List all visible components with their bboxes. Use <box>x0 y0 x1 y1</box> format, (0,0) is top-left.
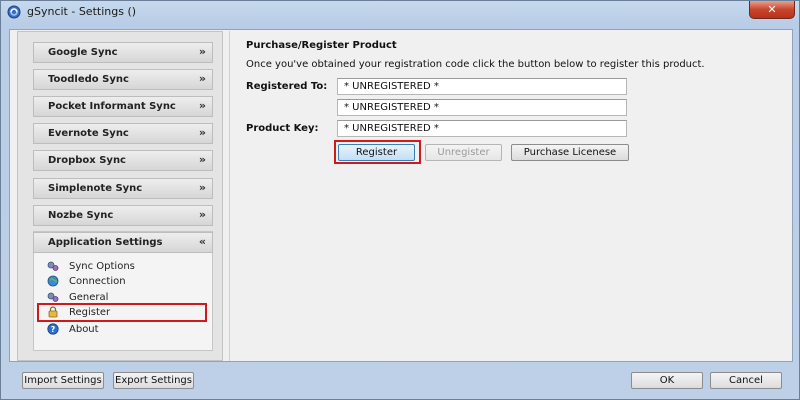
section-dropbox-sync[interactable]: Dropbox Sync » <box>33 150 213 171</box>
chevron-down-icon: » <box>198 153 206 166</box>
product-key-label: Product Key: <box>246 123 319 134</box>
chevron-down-icon: » <box>198 45 206 58</box>
section-label: Toodledo Sync <box>48 74 129 85</box>
nav-item-connection[interactable]: Connection <box>47 274 126 288</box>
title-bar: gSyncit - Settings () ✕ <box>1 1 799 23</box>
nav-item-about[interactable]: ? About <box>47 322 99 336</box>
nav-item-sync-options[interactable]: Sync Options <box>47 259 135 273</box>
help-icon: ? <box>47 323 59 335</box>
registered-to-field-2[interactable]: * UNREGISTERED * <box>337 99 627 116</box>
chevron-up-icon: « <box>198 235 206 248</box>
export-settings-button[interactable]: Export Settings <box>113 372 194 389</box>
section-label: Evernote Sync <box>48 128 129 139</box>
product-key-field[interactable]: * UNREGISTERED * <box>337 120 627 137</box>
gsyncit-app-icon <box>7 5 21 19</box>
chevron-down-icon: » <box>198 72 206 85</box>
close-button[interactable]: ✕ <box>749 1 795 19</box>
ok-button[interactable]: OK <box>631 372 703 389</box>
section-nozbe-sync[interactable]: Nozbe Sync » <box>33 205 213 226</box>
chevron-down-icon: » <box>198 208 206 221</box>
nav-item-label: General <box>69 291 109 303</box>
section-google-sync[interactable]: Google Sync » <box>33 42 213 63</box>
import-settings-button[interactable]: Import Settings <box>22 372 104 389</box>
unregister-button[interactable]: Unregister <box>425 144 502 161</box>
svg-text:?: ? <box>51 325 56 334</box>
register-button-highlight <box>334 140 421 164</box>
chevron-down-icon: » <box>198 181 206 194</box>
section-label: Dropbox Sync <box>48 155 126 166</box>
nav-item-general[interactable]: General <box>47 290 108 304</box>
section-evernote-sync[interactable]: Evernote Sync » <box>33 123 213 144</box>
gears-icon <box>47 261 59 271</box>
cancel-button[interactable]: Cancel <box>710 372 782 389</box>
nav-item-label: About <box>69 323 99 335</box>
registered-to-label: Registered To: <box>246 81 328 92</box>
chevron-down-icon: » <box>198 99 206 112</box>
globe-icon <box>47 275 59 287</box>
section-simplenote-sync[interactable]: Simplenote Sync » <box>33 178 213 199</box>
gears-icon <box>47 292 59 302</box>
nav-item-label: Connection <box>69 275 126 287</box>
section-toodledo-sync[interactable]: Toodledo Sync » <box>33 69 213 90</box>
section-title: Purchase/Register Product <box>246 40 397 51</box>
instructions-text: Once you've obtained your registration c… <box>246 59 705 70</box>
section-label: Nozbe Sync <box>48 210 114 221</box>
section-label: Simplenote Sync <box>48 183 143 194</box>
section-label: Application Settings <box>48 237 163 248</box>
nav-item-label: Sync Options <box>69 260 135 272</box>
register-nav-highlight <box>37 303 207 322</box>
registered-to-field-1[interactable]: * UNREGISTERED * <box>337 78 627 95</box>
close-icon: ✕ <box>767 3 777 16</box>
section-pocket-informant-sync[interactable]: Pocket Informant Sync » <box>33 96 213 117</box>
purchase-license-button[interactable]: Purchase Licenese <box>511 144 629 161</box>
window-title: gSyncit - Settings () <box>27 5 137 18</box>
section-application-settings[interactable]: Application Settings « <box>33 232 213 253</box>
section-label: Google Sync <box>48 47 118 58</box>
chevron-down-icon: » <box>198 126 206 139</box>
section-label: Pocket Informant Sync <box>48 101 176 112</box>
settings-window: gSyncit - Settings () ✕ Google Sync » To… <box>0 0 800 400</box>
